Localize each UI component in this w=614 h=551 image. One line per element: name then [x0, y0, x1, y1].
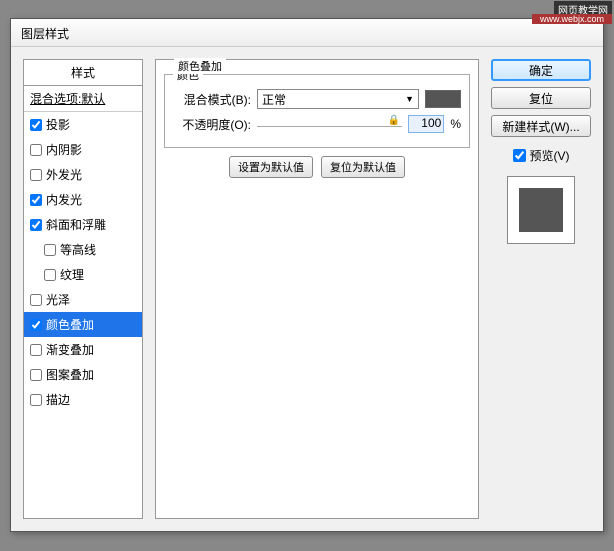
style-checkbox[interactable]: [30, 369, 42, 381]
preview-label: 预览(V): [530, 147, 570, 164]
style-item[interactable]: 颜色叠加: [24, 312, 142, 337]
style-label: 斜面和浮雕: [46, 216, 106, 233]
style-label: 内发光: [46, 191, 82, 208]
preview-swatch: [519, 188, 563, 232]
style-checkbox[interactable]: [30, 294, 42, 306]
style-checkbox[interactable]: [30, 219, 42, 231]
style-label: 等高线: [60, 241, 96, 258]
blend-mode-label: 混合模式(B):: [173, 91, 251, 108]
style-item[interactable]: 内阴影: [24, 137, 142, 162]
opacity-input[interactable]: 100: [408, 115, 444, 133]
reset-button[interactable]: 复位: [491, 87, 591, 109]
styles-header[interactable]: 样式: [24, 60, 142, 86]
style-label: 投影: [46, 116, 70, 133]
lock-icon: 🔒: [388, 115, 400, 126]
watermark-url: www.webjx.com: [532, 14, 612, 24]
styles-list-panel: 样式 混合选项:默认 投影内阴影外发光内发光斜面和浮雕等高线纹理光泽颜色叠加渐变…: [23, 59, 143, 519]
style-item[interactable]: 斜面和浮雕: [24, 212, 142, 237]
blend-mode-select[interactable]: 正常 ▼: [257, 89, 419, 109]
new-style-button[interactable]: 新建样式(W)...: [491, 115, 591, 137]
layer-style-dialog: 图层样式 样式 混合选项:默认 投影内阴影外发光内发光斜面和浮雕等高线纹理光泽颜…: [10, 18, 604, 532]
preview-checkbox-row[interactable]: 预览(V): [513, 147, 570, 164]
style-checkbox[interactable]: [30, 119, 42, 131]
style-item[interactable]: 图案叠加: [24, 362, 142, 387]
style-label: 纹理: [60, 266, 84, 283]
style-label: 颜色叠加: [46, 316, 94, 333]
style-label: 图案叠加: [46, 366, 94, 383]
opacity-unit: %: [450, 117, 461, 131]
dialog-title: 图层样式: [11, 19, 603, 47]
blend-mode-value: 正常: [262, 91, 286, 108]
style-checkbox[interactable]: [30, 394, 42, 406]
ok-button[interactable]: 确定: [491, 59, 591, 81]
set-default-button[interactable]: 设置为默认值: [229, 156, 313, 178]
preview-checkbox[interactable]: [513, 149, 526, 162]
style-label: 渐变叠加: [46, 341, 94, 358]
section-title: 颜色叠加: [174, 58, 226, 74]
style-checkbox[interactable]: [30, 144, 42, 156]
style-checkbox[interactable]: [44, 269, 56, 281]
preview-box: [507, 176, 575, 244]
style-checkbox[interactable]: [30, 344, 42, 356]
style-item[interactable]: 等高线: [24, 237, 142, 262]
style-item[interactable]: 内发光: [24, 187, 142, 212]
style-label: 光泽: [46, 291, 70, 308]
reset-default-button[interactable]: 复位为默认值: [321, 156, 405, 178]
actions-panel: 确定 复位 新建样式(W)... 预览(V): [491, 59, 591, 519]
style-checkbox[interactable]: [30, 319, 42, 331]
style-item[interactable]: 投影: [24, 112, 142, 137]
style-checkbox[interactable]: [30, 169, 42, 181]
style-checkbox[interactable]: [44, 244, 56, 256]
chevron-down-icon: ▼: [405, 94, 414, 104]
settings-panel: 颜色叠加 颜色 混合模式(B): 正常 ▼ 不透明度(O): 🔒 100: [155, 59, 479, 519]
style-item[interactable]: 描边: [24, 387, 142, 412]
color-swatch[interactable]: [425, 90, 461, 108]
style-item[interactable]: 渐变叠加: [24, 337, 142, 362]
style-item[interactable]: 纹理: [24, 262, 142, 287]
style-label: 外发光: [46, 166, 82, 183]
style-label: 描边: [46, 391, 70, 408]
style-checkbox[interactable]: [30, 194, 42, 206]
style-label: 内阴影: [46, 141, 82, 158]
style-item[interactable]: 光泽: [24, 287, 142, 312]
blending-options-default[interactable]: 混合选项:默认: [24, 86, 142, 112]
opacity-label: 不透明度(O):: [173, 116, 251, 133]
style-item[interactable]: 外发光: [24, 162, 142, 187]
